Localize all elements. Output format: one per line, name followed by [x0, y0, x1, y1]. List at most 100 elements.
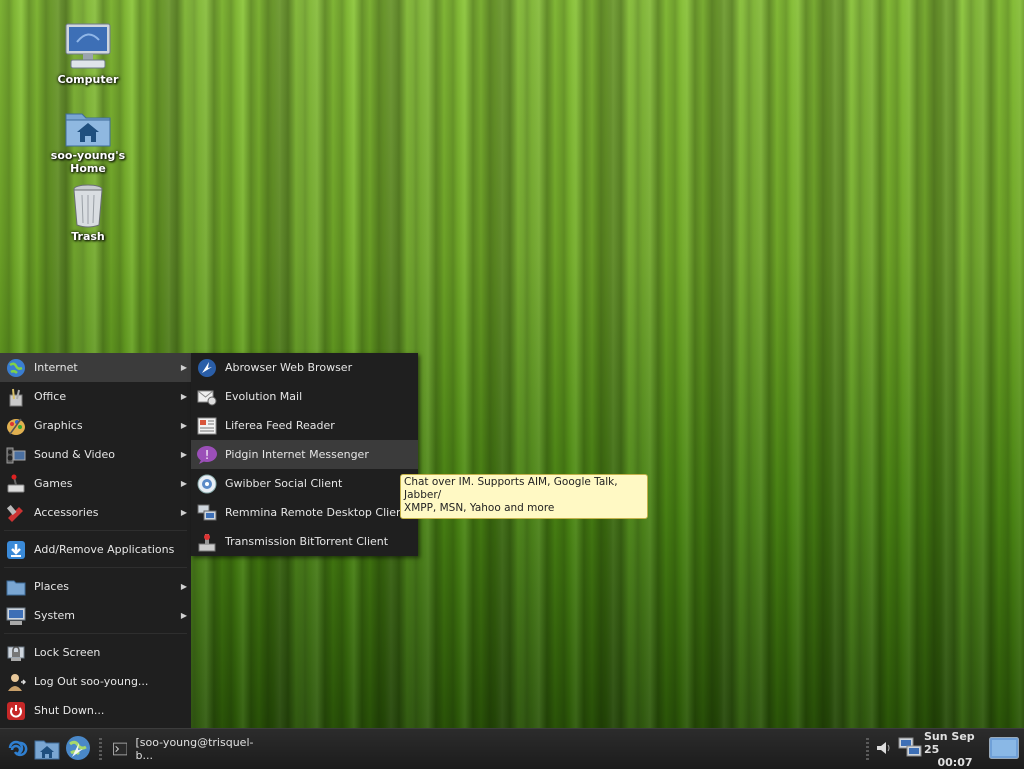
- menu-item-games[interactable]: Games ▶: [0, 469, 191, 498]
- menu-item-shut-down[interactable]: Shut Down...: [0, 696, 191, 725]
- submenu-arrow-icon: ▶: [180, 508, 187, 517]
- submenu-arrow-icon: ▶: [180, 611, 187, 620]
- places-folder-icon: [5, 576, 27, 598]
- desktop-icon-home[interactable]: soo-young's Home: [33, 108, 143, 175]
- home-folder-icon: [34, 740, 60, 760]
- globe-icon: [5, 357, 27, 379]
- menu-item-label: Add/Remove Applications: [34, 543, 175, 556]
- mail-icon: [196, 386, 218, 408]
- window-title: [soo-young@trisquel-b...: [135, 736, 254, 762]
- menu-item-label: Evolution Mail: [225, 390, 303, 403]
- menu-item-label: Office: [34, 390, 67, 403]
- submenu-item-abrowser[interactable]: Abrowser Web Browser: [191, 353, 418, 382]
- clock-time: 00:07: [937, 755, 973, 769]
- menu-item-label: Games: [34, 477, 73, 490]
- web-browser-launcher[interactable]: [64, 734, 92, 762]
- menu-item-internet[interactable]: Internet ▶: [0, 353, 191, 382]
- home-folder-icon: [65, 113, 111, 147]
- submenu-item-transmission[interactable]: Transmission BitTorrent Client: [191, 527, 418, 556]
- menu-launcher-button[interactable]: [2, 734, 30, 762]
- submenu-arrow-icon: ▶: [180, 479, 187, 488]
- menu-item-log-out[interactable]: Log Out soo-young...: [0, 667, 191, 696]
- menu-item-accessories[interactable]: Accessories ▶: [0, 498, 191, 527]
- feed-icon: [196, 415, 218, 437]
- menu-item-add-remove-applications[interactable]: Add/Remove Applications: [0, 535, 191, 564]
- torrent-icon: [196, 531, 218, 553]
- menu-item-label: Abrowser Web Browser: [225, 361, 353, 374]
- menu-item-label: Sound & Video: [34, 448, 116, 461]
- menu-item-office[interactable]: Office ▶: [0, 382, 191, 411]
- tooltip-line: Chat over IM. Supports AIM, Google Talk,…: [404, 476, 618, 501]
- volume-indicator[interactable]: [874, 737, 894, 759]
- lock-icon: [5, 642, 27, 664]
- menu-item-label: Log Out soo-young...: [34, 675, 149, 688]
- accessories-icon: [5, 502, 27, 524]
- clock-date: Sun Sep 25: [924, 729, 975, 756]
- pidgin-tooltip: Chat over IM. Supports AIM, Google Talk,…: [400, 474, 648, 519]
- menu-separator: [4, 530, 187, 531]
- menu-item-graphics[interactable]: Graphics ▶: [0, 411, 191, 440]
- gwibber-icon: [196, 473, 218, 495]
- menu-item-lock-screen[interactable]: Lock Screen: [0, 638, 191, 667]
- desktop-icon-trash[interactable]: Trash: [33, 183, 143, 243]
- taskbar: [soo-young@trisquel-b... Sun Sep 25 00:0…: [0, 728, 1024, 769]
- menu-separator: [4, 567, 187, 568]
- menu-separator: [4, 633, 187, 634]
- panel-grip[interactable]: [99, 738, 102, 760]
- office-icon: [5, 386, 27, 408]
- remote-desktop-icon: [196, 502, 218, 524]
- submenu-arrow-icon: ▶: [180, 450, 187, 459]
- submenu-item-evolution-mail[interactable]: Evolution Mail: [191, 382, 418, 411]
- network-icon: [898, 737, 922, 757]
- taskbar-window-button[interactable]: [soo-young@trisquel-b...: [108, 735, 258, 763]
- menu-item-label: Internet: [34, 361, 78, 374]
- svg-text:!: !: [205, 448, 210, 462]
- menu-item-label: Lock Screen: [34, 646, 101, 659]
- submenu-item-remmina[interactable]: Remmina Remote Desktop Client: [191, 498, 418, 527]
- menu-item-sound-video[interactable]: Sound & Video ▶: [0, 440, 191, 469]
- menu-item-system[interactable]: System ▶: [0, 601, 191, 630]
- sound-video-icon: [5, 444, 27, 466]
- applications-menu: Internet ▶ Office ▶ Graphics ▶ Sound & V…: [0, 353, 191, 728]
- games-icon: [5, 473, 27, 495]
- terminal-icon: [113, 742, 128, 756]
- menu-item-label: Pidgin Internet Messenger: [225, 448, 369, 461]
- menu-item-label: Places: [34, 580, 69, 593]
- trash-icon: [73, 184, 103, 228]
- submenu-arrow-icon: ▶: [180, 392, 187, 401]
- pidgin-icon: !: [196, 444, 218, 466]
- browser-icon: [196, 357, 218, 379]
- browser-icon: [66, 736, 90, 760]
- menu-item-label: Graphics: [34, 419, 83, 432]
- volume-icon: [877, 742, 890, 754]
- show-desktop-button[interactable]: [988, 735, 1020, 761]
- desktop-icon-label: Trash: [71, 230, 105, 243]
- shutdown-icon: [5, 700, 27, 722]
- menu-item-places[interactable]: Places ▶: [0, 572, 191, 601]
- logout-icon: [5, 671, 27, 693]
- submenu-arrow-icon: ▶: [180, 363, 187, 372]
- home-folder-launcher[interactable]: [33, 735, 61, 763]
- clock[interactable]: Sun Sep 25 00:07: [924, 729, 986, 769]
- submenu-arrow-icon: ▶: [180, 582, 187, 591]
- system-icon: [5, 605, 27, 627]
- desktop-icon-computer[interactable]: Computer: [33, 22, 143, 86]
- tooltip-line: XMPP, MSN, Yahoo and more: [404, 502, 555, 514]
- submenu-item-gwibber[interactable]: Gwibber Social Client: [191, 469, 418, 498]
- submenu-item-pidgin[interactable]: ! Pidgin Internet Messenger: [191, 440, 418, 469]
- trisquel-logo-icon: [8, 740, 28, 757]
- menu-item-label: Gwibber Social Client: [225, 477, 343, 490]
- computer-icon: [65, 23, 111, 69]
- internet-submenu: Abrowser Web Browser Evolution Mail Life…: [191, 353, 418, 556]
- desktop-icon-label: soo-young's Home: [50, 149, 126, 175]
- menu-item-label: Transmission BitTorrent Client: [225, 535, 389, 548]
- menu-item-label: Shut Down...: [34, 704, 105, 717]
- menu-item-label: Accessories: [34, 506, 99, 519]
- menu-item-label: Remmina Remote Desktop Client: [225, 506, 408, 519]
- panel-grip[interactable]: [866, 738, 869, 760]
- submenu-arrow-icon: ▶: [180, 421, 187, 430]
- submenu-item-liferea[interactable]: Liferea Feed Reader: [191, 411, 418, 440]
- network-indicator[interactable]: [897, 735, 923, 761]
- show-desktop-icon: [989, 737, 1019, 759]
- desktop-icon-label: Computer: [57, 73, 119, 86]
